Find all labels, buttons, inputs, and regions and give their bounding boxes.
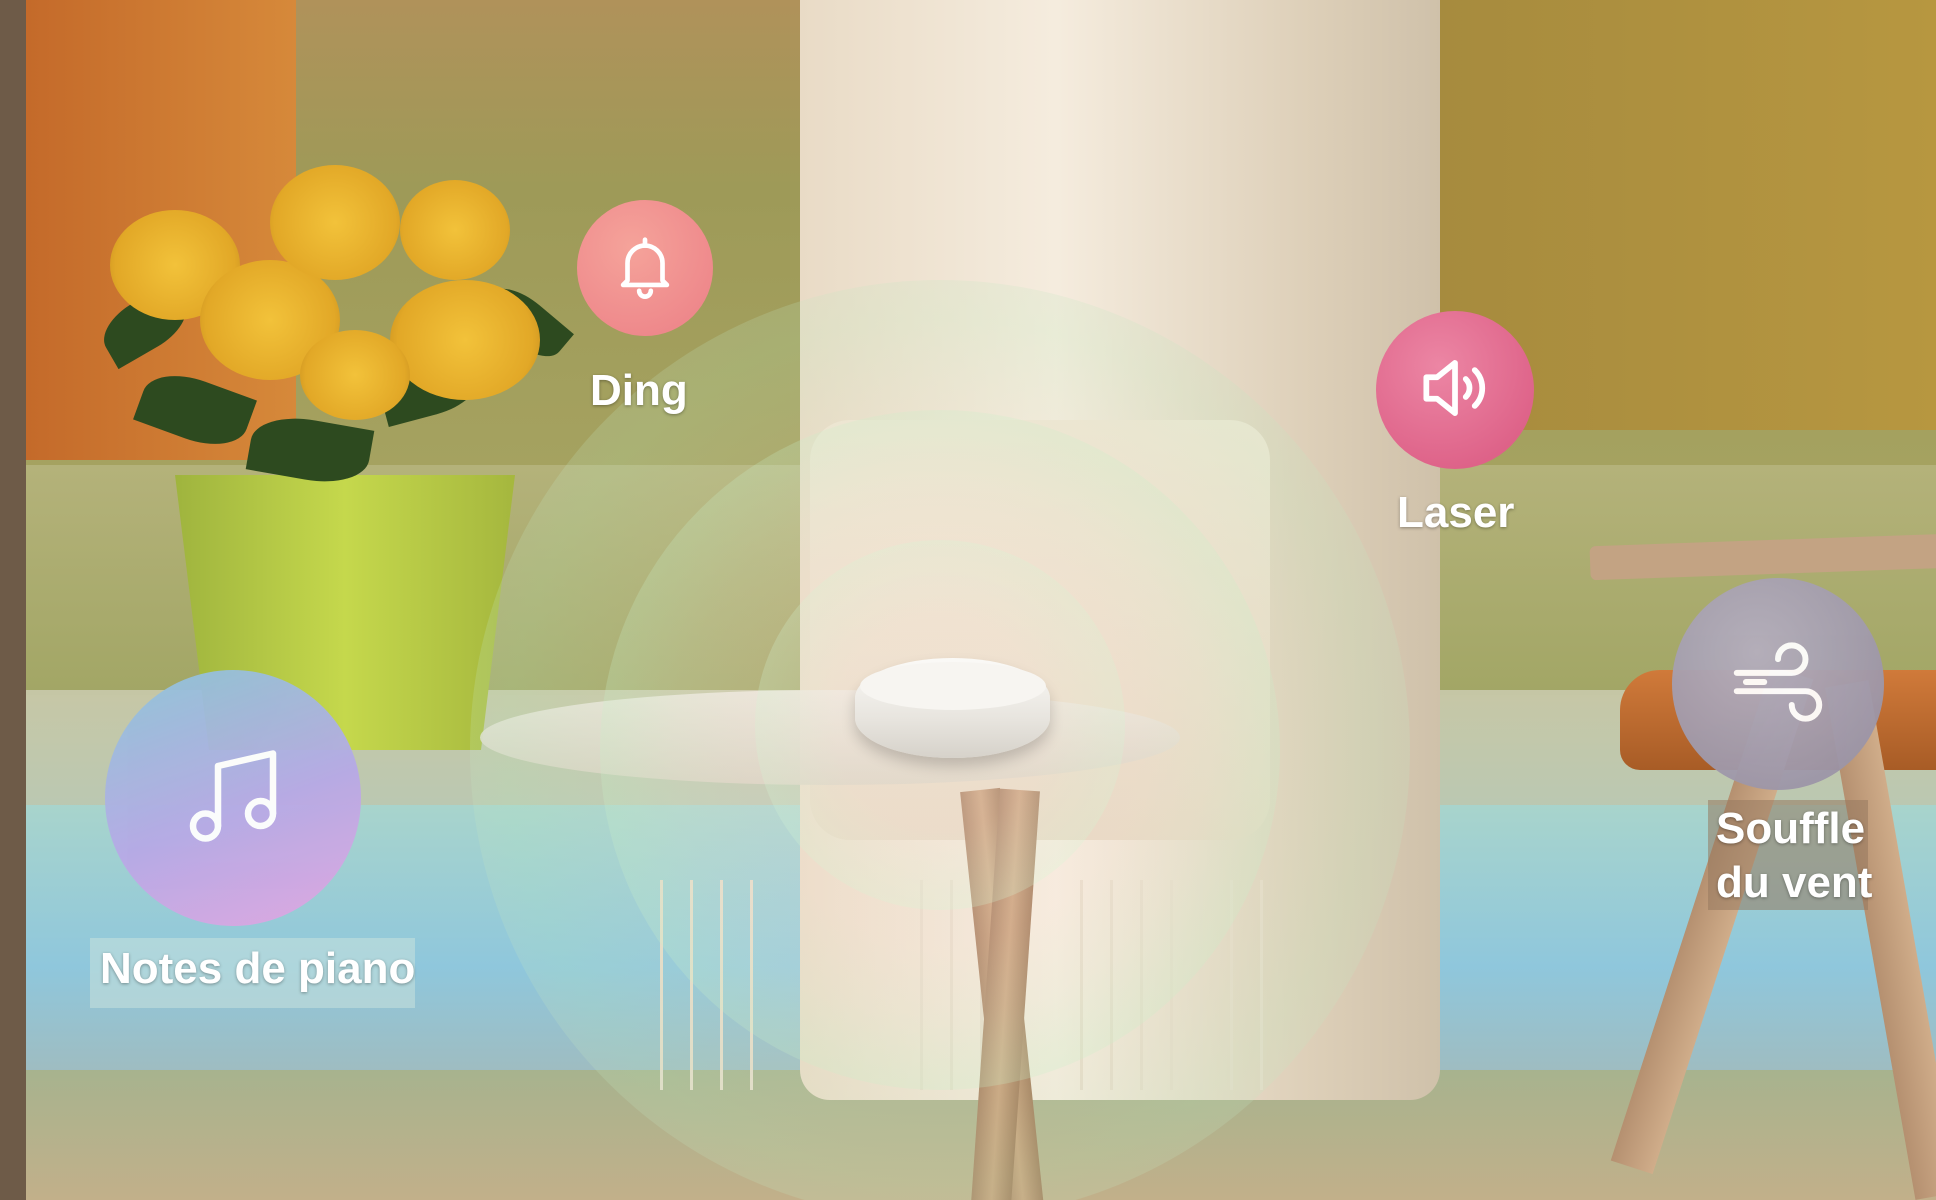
wind-icon — [1723, 627, 1833, 742]
left-edge-strip — [0, 0, 26, 1200]
wind-label-line1: Souffle — [1716, 804, 1866, 853]
bell-icon — [610, 231, 680, 306]
ding-label: Ding — [590, 366, 688, 415]
wind-label-line2: du vent — [1716, 858, 1873, 907]
piano-notes-sound-button[interactable] — [105, 670, 361, 926]
background-photo — [0, 0, 1936, 1200]
ding-sound-button[interactable] — [577, 200, 713, 336]
music-note-icon — [173, 736, 293, 861]
speaker-volume-icon — [1412, 345, 1498, 436]
laser-sound-button[interactable] — [1376, 311, 1534, 469]
piano-notes-label: Notes de piano — [100, 944, 416, 993]
device-top — [860, 662, 1046, 710]
wind-sound-button[interactable] — [1672, 578, 1884, 790]
laser-label: Laser — [1397, 488, 1515, 537]
